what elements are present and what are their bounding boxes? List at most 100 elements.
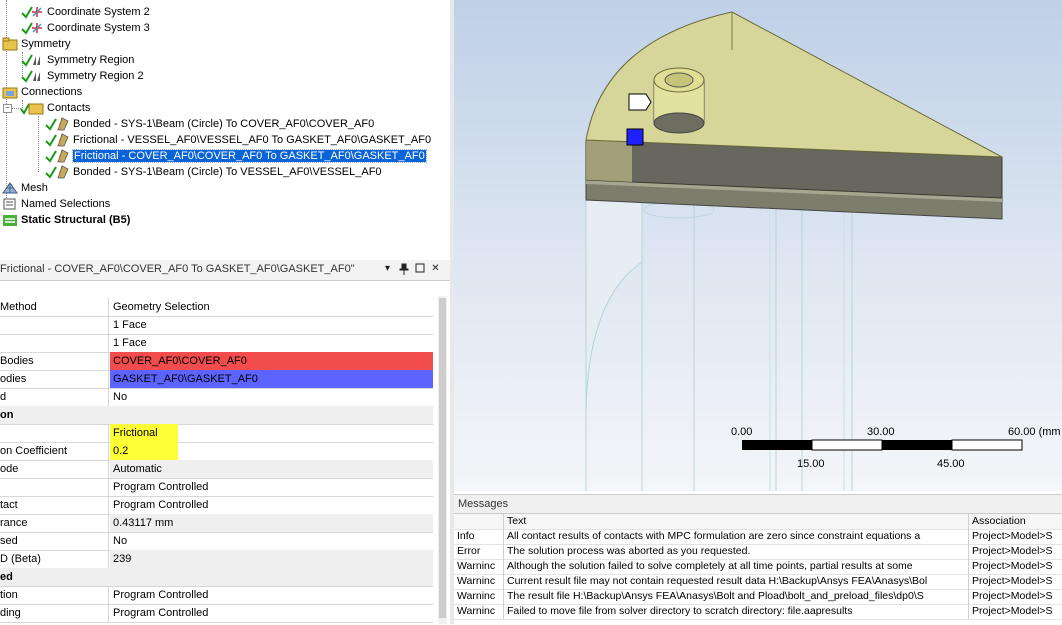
detail-key bbox=[0, 424, 109, 442]
tree-item-coordinate-system-2[interactable]: Coordinate System 2 bbox=[20, 4, 150, 20]
message-row[interactable]: Warninc Failed to move file from solver … bbox=[454, 604, 1062, 620]
message-row[interactable]: Warninc Current result file may not cont… bbox=[454, 574, 1062, 590]
detail-value[interactable]: No bbox=[110, 388, 433, 406]
detail-row[interactable]: on Coefficient 0.2 bbox=[0, 442, 433, 461]
detail-key: D (Beta) bbox=[0, 550, 109, 568]
contact-bodies-value[interactable]: COVER_AF0\COVER_AF0 bbox=[110, 352, 433, 370]
mesh-icon bbox=[2, 182, 18, 194]
scale-label-45: 45.00 bbox=[937, 458, 965, 470]
cover-curved-face bbox=[586, 140, 632, 182]
detail-value[interactable]: 0.43117 mm bbox=[110, 514, 433, 532]
detail-key: odies bbox=[0, 370, 109, 388]
message-row[interactable]: Info All contact results of contacts wit… bbox=[454, 529, 1062, 545]
detail-value[interactable]: Program Controlled bbox=[110, 478, 433, 496]
detail-row[interactable]: ding Program Controlled bbox=[0, 604, 433, 623]
detail-key: sed bbox=[0, 532, 109, 550]
marker-outline-icon bbox=[628, 93, 652, 111]
detail-group-header[interactable]: ed bbox=[0, 568, 433, 587]
tree-item-symmetry[interactable]: Symmetry bbox=[2, 36, 71, 52]
scale-segment bbox=[951, 439, 1023, 451]
detail-key: tact bbox=[0, 496, 109, 514]
symmetry-region-icon bbox=[21, 54, 40, 67]
hole-bottom bbox=[653, 112, 705, 134]
messages-title: Messages bbox=[454, 495, 1062, 514]
messages-header-row: Text Association bbox=[454, 514, 1062, 530]
symmetry-region-icon bbox=[21, 70, 40, 83]
message-type: Warninc bbox=[454, 589, 504, 604]
tree-item-label: Symmetry Region 2 bbox=[47, 70, 144, 83]
message-text: Failed to move file from solver director… bbox=[504, 604, 969, 619]
detail-row[interactable]: odies GASKET_AF0\GASKET_AF0 bbox=[0, 370, 433, 389]
detail-row[interactable]: Bodies COVER_AF0\COVER_AF0 bbox=[0, 352, 433, 371]
detail-value[interactable]: Automatic bbox=[110, 460, 433, 478]
target-bodies-value[interactable]: GASKET_AF0\GASKET_AF0 bbox=[110, 370, 433, 388]
detail-group-label: on bbox=[0, 409, 14, 421]
detail-value[interactable]: Program Controlled bbox=[110, 496, 433, 514]
detail-row[interactable]: 1 Face bbox=[0, 316, 433, 335]
coordinate-system-icon bbox=[21, 22, 42, 35]
contact-region-icon bbox=[45, 165, 69, 179]
detail-row[interactable]: ode Automatic bbox=[0, 460, 433, 479]
tree-item-label: Contacts bbox=[47, 102, 91, 115]
detail-row[interactable]: rance 0.43117 mm bbox=[0, 514, 433, 533]
detail-row[interactable]: sed No bbox=[0, 532, 433, 551]
tree-item-bonded-beam-vessel[interactable]: Bonded - SYS-1\Beam (Circle) To VESSEL_A… bbox=[44, 164, 382, 180]
tree-item-frictional-vessel-gasket[interactable]: Frictional - VESSEL_AF0\VESSEL_AF0 To GA… bbox=[44, 132, 431, 148]
detail-row[interactable]: 1 Face bbox=[0, 334, 433, 353]
message-association: Project>Model>S bbox=[972, 545, 1053, 557]
detail-key: d bbox=[0, 388, 109, 406]
tree-item-label: Mesh bbox=[21, 182, 48, 195]
tree-item-connections[interactable]: Connections bbox=[2, 84, 82, 100]
detail-value[interactable]: 1 Face bbox=[110, 334, 433, 352]
tree-item-symmetry-region[interactable]: Symmetry Region bbox=[20, 52, 134, 68]
tree-item-static-structural[interactable]: Static Structural (B5) bbox=[2, 212, 130, 228]
tree-item-contacts[interactable]: Contacts bbox=[20, 100, 90, 116]
tree-item-label: Bonded - SYS-1\Beam (Circle) To VESSEL_A… bbox=[73, 166, 382, 179]
dropdown-arrow-icon[interactable]: ▾ bbox=[382, 263, 393, 275]
col-type-header[interactable] bbox=[454, 514, 504, 529]
contact-region-icon bbox=[45, 133, 69, 147]
cover-top-face bbox=[585, 11, 1003, 158]
detail-value[interactable]: 1 Face bbox=[110, 316, 433, 334]
pin-icon[interactable] bbox=[398, 263, 409, 275]
folder-icon bbox=[2, 37, 18, 51]
detail-value[interactable]: Program Controlled bbox=[110, 586, 433, 604]
details-header: Frictional - COVER_AF0\COVER_AF0 To GASK… bbox=[0, 260, 450, 281]
detail-row[interactable]: Program Controlled bbox=[0, 478, 433, 497]
detail-row[interactable]: Frictional bbox=[0, 424, 433, 443]
pin-glyph bbox=[399, 263, 408, 275]
scrollbar-thumb[interactable] bbox=[439, 298, 446, 618]
detail-row[interactable]: Method Geometry Selection bbox=[0, 298, 433, 317]
tree-item-symmetry-region-2[interactable]: Symmetry Region 2 bbox=[20, 68, 144, 84]
detail-value[interactable]: No bbox=[110, 532, 433, 550]
detail-row[interactable]: tact Program Controlled bbox=[0, 496, 433, 515]
maximize-icon[interactable] bbox=[414, 263, 425, 275]
message-row[interactable]: Warninc The result file H:\Backup\Ansys … bbox=[454, 589, 1062, 605]
message-row[interactable]: Warninc Although the solution failed to … bbox=[454, 559, 1062, 575]
message-text: All contact results of contacts with MPC… bbox=[504, 529, 969, 544]
col-association-header[interactable]: Association bbox=[969, 514, 1062, 529]
col-text-header[interactable]: Text bbox=[504, 514, 969, 529]
tree-item-bonded-beam-cover[interactable]: Bonded - SYS-1\Beam (Circle) To COVER_AF… bbox=[44, 116, 374, 132]
graphics-viewport[interactable]: 0.00 30.00 60.00 (mm 15.00 45.00 bbox=[454, 0, 1062, 491]
detail-value[interactable]: Program Controlled bbox=[110, 604, 433, 622]
friction-coefficient-value[interactable]: 0.2 bbox=[110, 442, 178, 460]
scale-label-0: 0.00 bbox=[731, 426, 753, 438]
tree-item-coordinate-system-3[interactable]: Coordinate System 3 bbox=[20, 20, 150, 36]
detail-row[interactable]: D (Beta) 239 bbox=[0, 550, 433, 569]
details-title: Frictional - COVER_AF0\COVER_AF0 To GASK… bbox=[0, 263, 355, 275]
detail-row[interactable]: d No bbox=[0, 388, 433, 407]
tree-item-named-selections[interactable]: Named Selections bbox=[2, 196, 110, 212]
message-row[interactable]: Error The solution process was aborted a… bbox=[454, 544, 1062, 560]
contact-type-value[interactable]: Frictional bbox=[110, 424, 178, 442]
tree-item-mesh[interactable]: Mesh bbox=[2, 180, 48, 196]
detail-row[interactable]: tion Program Controlled bbox=[0, 586, 433, 605]
hole-inner bbox=[664, 72, 694, 88]
details-scrollbar[interactable] bbox=[438, 296, 447, 624]
tree-item-frictional-cover-gasket[interactable]: Frictional - COVER_AF0\COVER_AF0 To GASK… bbox=[44, 148, 427, 164]
detail-value[interactable]: 239 bbox=[110, 550, 433, 568]
detail-group-header[interactable]: on bbox=[0, 406, 433, 425]
close-icon[interactable]: ✕ bbox=[430, 263, 441, 275]
detail-value[interactable]: Geometry Selection bbox=[110, 298, 433, 316]
tree-item-label: Frictional - VESSEL_AF0\VESSEL_AF0 To GA… bbox=[73, 134, 432, 147]
